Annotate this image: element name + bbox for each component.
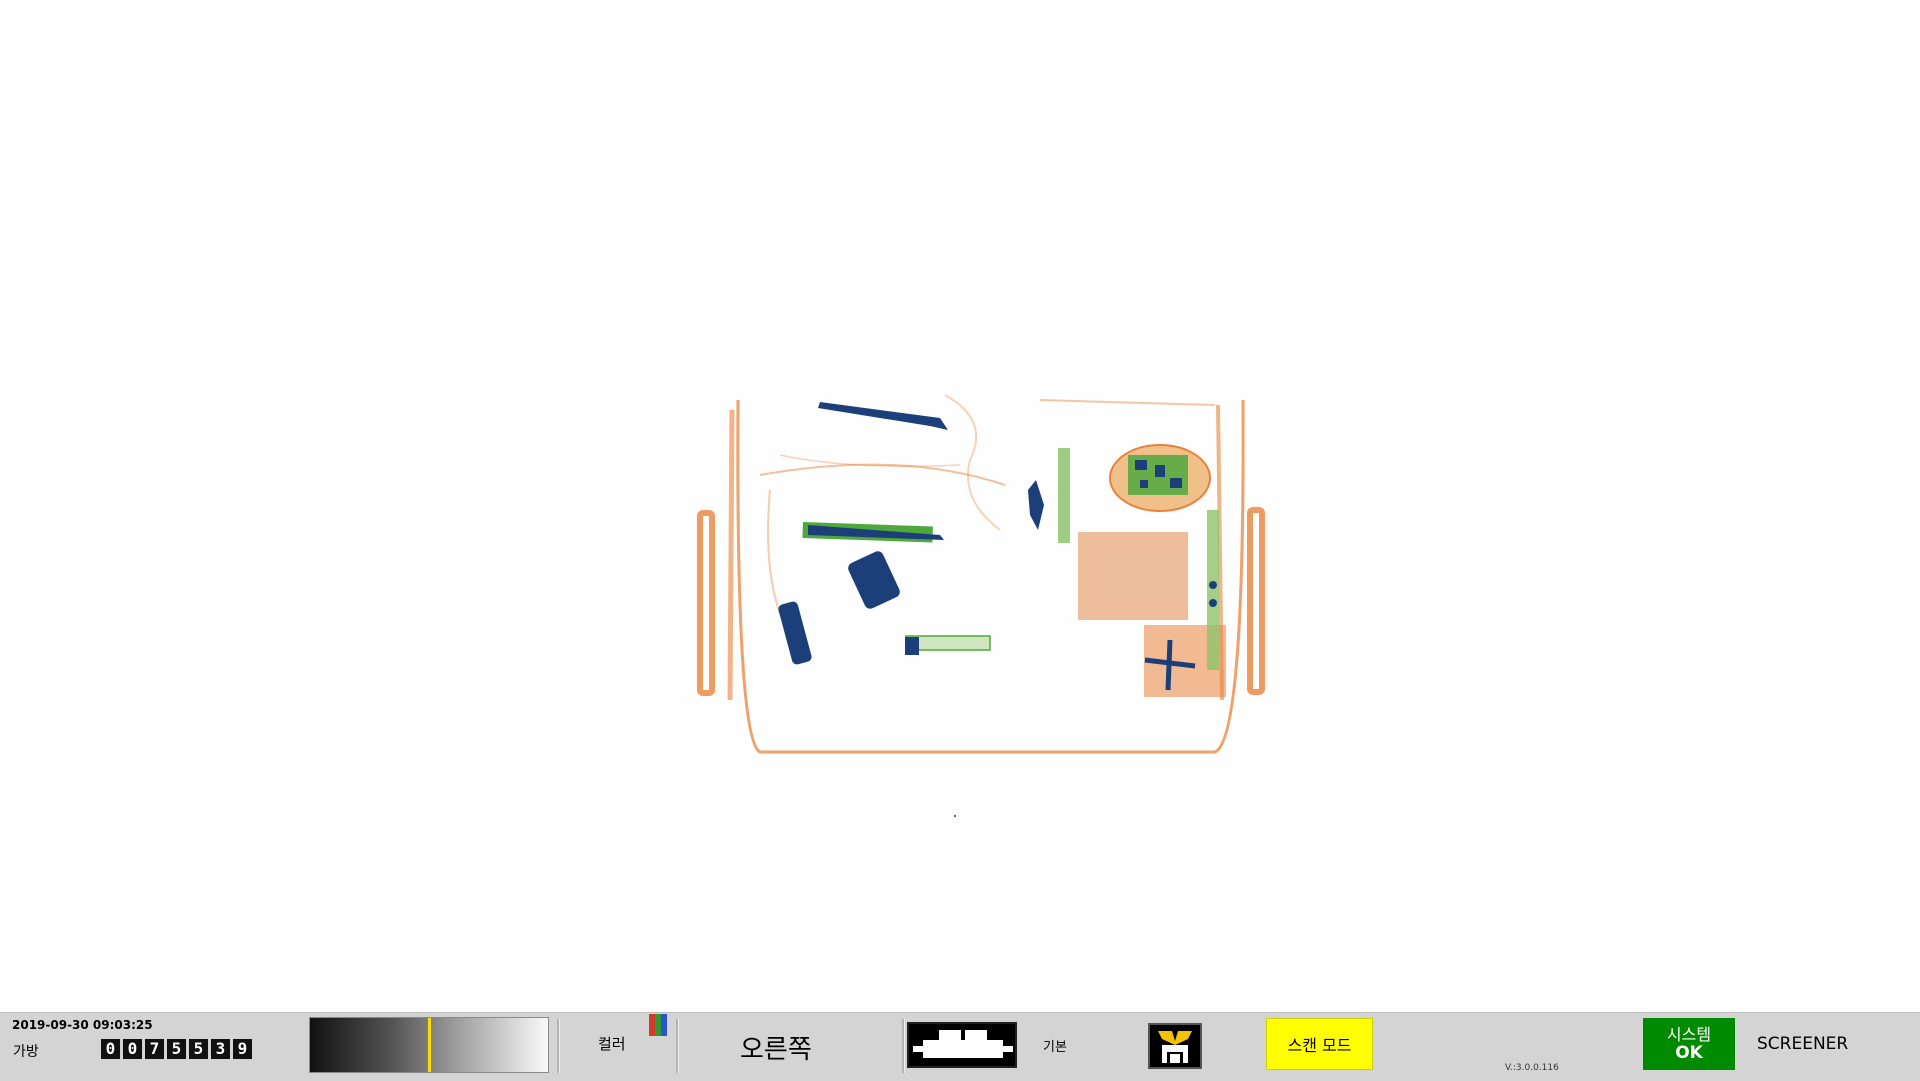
grayscale-slider[interactable] <box>309 1017 549 1073</box>
bag-label: 가방 <box>13 1044 39 1060</box>
circuit-board <box>1109 444 1211 512</box>
counter-digit: 9 <box>233 1039 252 1059</box>
divider <box>902 1019 905 1073</box>
small-key <box>905 635 991 655</box>
xray-image-view[interactable] <box>0 0 1920 1012</box>
belt-direction-label[interactable]: 오른쪽 <box>740 1029 812 1066</box>
blue-bar <box>661 1014 667 1036</box>
save-image-icon[interactable] <box>1148 1023 1202 1069</box>
organic-block <box>1078 532 1188 620</box>
counter-digit: 0 <box>101 1039 120 1059</box>
bag-counter: 0 0 7 5 5 3 9 <box>101 1039 252 1059</box>
scan-mode-button[interactable]: 스캔 모드 <box>1266 1018 1373 1070</box>
conveyor-belt-icon[interactable] <box>907 1022 1017 1068</box>
scan-datetime: 2019-09-30 09:03:25 <box>12 1018 153 1032</box>
display-mode-label[interactable]: 기본 <box>1043 1036 1067 1055</box>
rgb-bars-icon[interactable] <box>649 1014 667 1036</box>
clip-object <box>1028 480 1044 530</box>
counter-digit: 5 <box>189 1039 208 1059</box>
counter-digit: 5 <box>167 1039 186 1059</box>
system-status-badge[interactable]: 시스템 OK <box>1643 1018 1735 1070</box>
slider-marker[interactable] <box>427 1018 431 1072</box>
color-mode-label[interactable]: 컬러 <box>598 1033 626 1054</box>
battery-cylinder-a <box>848 551 900 609</box>
user-role-label: SCREENER <box>1757 1034 1849 1054</box>
divider <box>676 1019 679 1073</box>
tool-long-top <box>818 402 948 430</box>
counter-digit: 3 <box>211 1039 230 1059</box>
tool-middle <box>802 522 944 543</box>
system-status-value: OK <box>1675 1043 1703 1063</box>
counter-digit: 7 <box>145 1039 164 1059</box>
counter-digit: 0 <box>123 1039 142 1059</box>
version-label: V.:3.0.0.116 <box>1505 1063 1559 1073</box>
divider <box>557 1019 560 1073</box>
battery-cylinder-b <box>778 601 812 665</box>
status-bar: 2019-09-30 09:03:25 가방 0 0 7 5 5 3 9 컬러 … <box>0 1012 1920 1081</box>
xray-scan-image <box>697 394 1265 817</box>
system-label: 시스템 <box>1666 1025 1712 1044</box>
